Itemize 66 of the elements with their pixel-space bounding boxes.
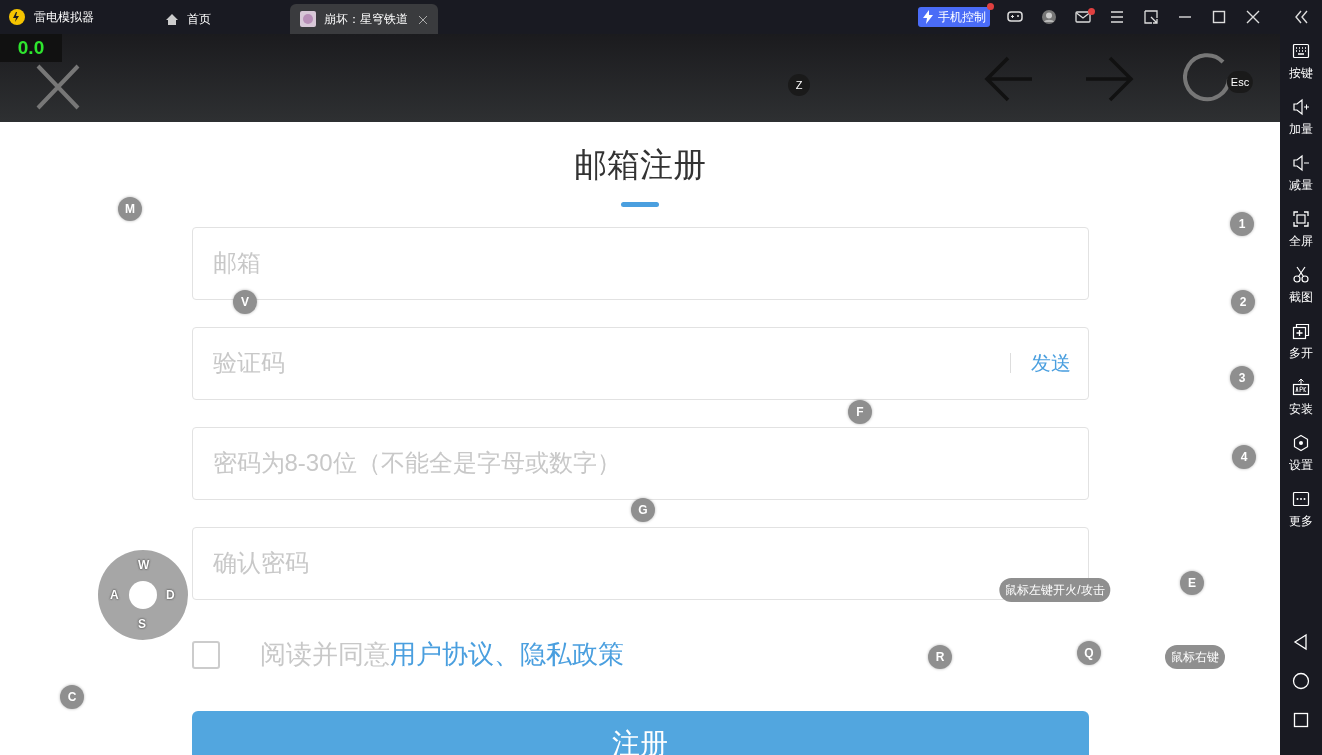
more-icon	[1292, 490, 1310, 508]
keyboard-icon	[1292, 42, 1310, 60]
agree-checkbox[interactable]	[191, 640, 220, 669]
maximize-icon	[1211, 9, 1227, 25]
minimize-icon	[1179, 16, 1191, 18]
apk-install-icon	[1292, 378, 1310, 396]
sidebar-button[interactable]: 设置	[1280, 426, 1322, 482]
home-tab[interactable]: 首页	[155, 4, 285, 34]
mail-icon	[1075, 9, 1091, 25]
menu-icon	[1109, 9, 1125, 25]
key-mapping-badge[interactable]: R	[928, 645, 952, 669]
sidebar-button[interactable]: 多开	[1280, 314, 1322, 370]
multi-window-icon	[1292, 322, 1310, 340]
scissors-icon	[1292, 266, 1310, 284]
fullscreen-icon	[1292, 210, 1310, 228]
agreement-link[interactable]: 用户协议	[389, 639, 494, 669]
sidebar-button[interactable]: 截图	[1280, 258, 1322, 314]
hexagon-settings-icon	[1292, 434, 1310, 452]
key-mapping-badge[interactable]: 2	[1231, 290, 1255, 314]
close-icon[interactable]	[36, 64, 80, 110]
joystick-thumb[interactable]	[129, 581, 157, 609]
form-title: 邮箱注册	[573, 145, 707, 185]
key-mapping-badge[interactable]: C	[60, 685, 84, 709]
home-button-icon[interactable]	[1292, 671, 1310, 690]
joystick-key-label: A	[110, 589, 119, 601]
logo-icon	[8, 8, 26, 26]
key-mapping-badge[interactable]: M	[118, 197, 142, 221]
key-mapping-badge[interactable]: Q	[1077, 641, 1101, 665]
key-mapping-badge[interactable]: 3	[1230, 366, 1254, 390]
game-tab[interactable]: 崩坏：星穹铁道	[290, 4, 438, 34]
sidebar-button[interactable]: 全屏	[1280, 202, 1322, 258]
key-mapping-badge[interactable]: 1	[1230, 212, 1254, 236]
home-icon	[165, 12, 179, 26]
speaker-plus-icon	[1292, 98, 1310, 116]
fps-counter: 0.0	[0, 34, 62, 62]
key-mapping-badge[interactable]: E	[1180, 571, 1204, 595]
window-shrink-icon	[1143, 9, 1159, 25]
notification-dot	[1088, 8, 1095, 15]
send-code-button[interactable]: 发送	[1009, 352, 1071, 373]
key-mapping-badge[interactable]: F	[848, 400, 872, 424]
joystick-key-label: W	[138, 559, 150, 571]
collapse-icon	[1293, 9, 1309, 25]
speaker-minus-icon	[1292, 154, 1310, 172]
key-mapping-label[interactable]: 鼠标右键	[1165, 645, 1225, 669]
recent-apps-icon[interactable]	[1292, 710, 1310, 729]
joystick-key-label: S	[138, 618, 146, 630]
joystick[interactable]: W A D S	[98, 550, 188, 640]
tab-label: 崩坏：星穹铁道	[324, 11, 408, 28]
agreement-link[interactable]: 隐私政策	[519, 639, 624, 669]
sidebar-button[interactable]: 按键	[1280, 34, 1322, 90]
sidebar-button[interactable]: 更多	[1280, 482, 1322, 538]
joystick-key-label: D	[166, 589, 175, 601]
avatar-icon	[1041, 9, 1057, 25]
sidebar-button[interactable]: 减量	[1280, 146, 1322, 202]
back-icon[interactable]	[1292, 632, 1310, 651]
gamepad-icon	[1007, 9, 1023, 25]
key-mapping-badge[interactable]: V	[233, 290, 257, 314]
key-mapping-badge[interactable]: G	[631, 498, 655, 522]
key-mapping-label[interactable]: 鼠标左键开火/攻击	[999, 578, 1111, 602]
lightning-icon	[922, 10, 934, 24]
close-icon	[1245, 9, 1261, 25]
key-mapping-badge[interactable]: 4	[1232, 445, 1256, 469]
sidebar-button[interactable]: 加量	[1280, 90, 1322, 146]
title-underline	[621, 201, 659, 207]
app-name: 雷电模拟器	[34, 9, 94, 26]
sidebar-button[interactable]: 安装	[1280, 370, 1322, 426]
